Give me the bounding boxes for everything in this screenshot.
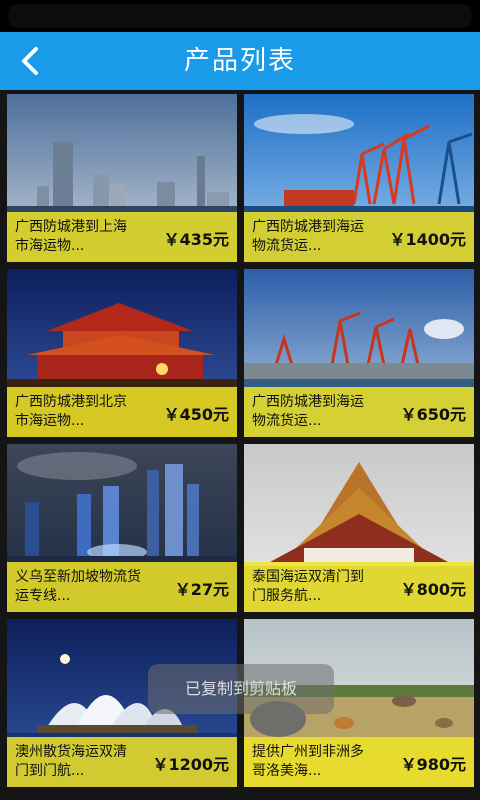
product-name: 泰国海运双清门到 门服务航... (252, 569, 364, 604)
product-name: 广西防城港到海运 物流货运... (252, 394, 364, 429)
product-price: ￥650元 (400, 405, 466, 424)
product-name: 广西防城港到北京 市海运物... (15, 394, 127, 429)
product-price: ￥450元 (163, 405, 229, 424)
page-title: 产品列表 (183, 46, 296, 76)
product-card[interactable]: 广西防城港到海运 物流货运... ￥1400元 (244, 94, 474, 262)
product-name: 义乌至新加坡物流货 运专线... (15, 569, 141, 604)
product-price: ￥27元 (174, 580, 229, 599)
product-card[interactable]: 广西防城港到海运 物流货运... ￥650元 (244, 269, 474, 437)
product-caption: 广西防城港到北京 市海运物... ￥450元 (7, 387, 237, 437)
product-name: 澳州散货海运双清 门到门航... (15, 744, 127, 779)
back-button[interactable] (6, 36, 56, 86)
product-card[interactable]: 泰国海运双清门到 门服务航... ￥800元 (244, 444, 474, 612)
product-caption: 广西防城港到海运 物流货运... ￥650元 (244, 387, 474, 437)
app-header: 产品列表 (0, 32, 480, 90)
product-card[interactable]: 广西防城港到北京 市海运物... ￥450元 (7, 269, 237, 437)
product-name: 广西防城港到上海 市海运物... (15, 219, 127, 254)
copied-toast: 已复制到剪贴板 (148, 664, 334, 714)
chevron-left-icon (22, 47, 38, 75)
product-caption: 义乌至新加坡物流货 运专线... ￥27元 (7, 562, 237, 612)
product-price: ￥435元 (163, 230, 229, 249)
product-card[interactable]: 广西防城港到上海 市海运物... ￥435元 (7, 94, 237, 262)
product-caption: 澳州散货海运双清 门到门航... ￥1200元 (7, 737, 237, 787)
product-price: ￥800元 (400, 580, 466, 599)
product-price: ￥1200元 (152, 755, 229, 774)
product-card[interactable]: 义乌至新加坡物流货 运专线... ￥27元 (7, 444, 237, 612)
product-caption: 提供广州到非洲多 哥洛美海... ￥980元 (244, 737, 474, 787)
product-caption: 广西防城港到上海 市海运物... ￥435元 (7, 212, 237, 262)
product-name: 提供广州到非洲多 哥洛美海... (252, 744, 364, 779)
product-price: ￥1400元 (389, 230, 466, 249)
product-price: ￥980元 (400, 755, 466, 774)
product-caption: 泰国海运双清门到 门服务航... ￥800元 (244, 562, 474, 612)
status-bar (0, 0, 480, 32)
product-caption: 广西防城港到海运 物流货运... ￥1400元 (244, 212, 474, 262)
product-name: 广西防城港到海运 物流货运... (252, 219, 364, 254)
